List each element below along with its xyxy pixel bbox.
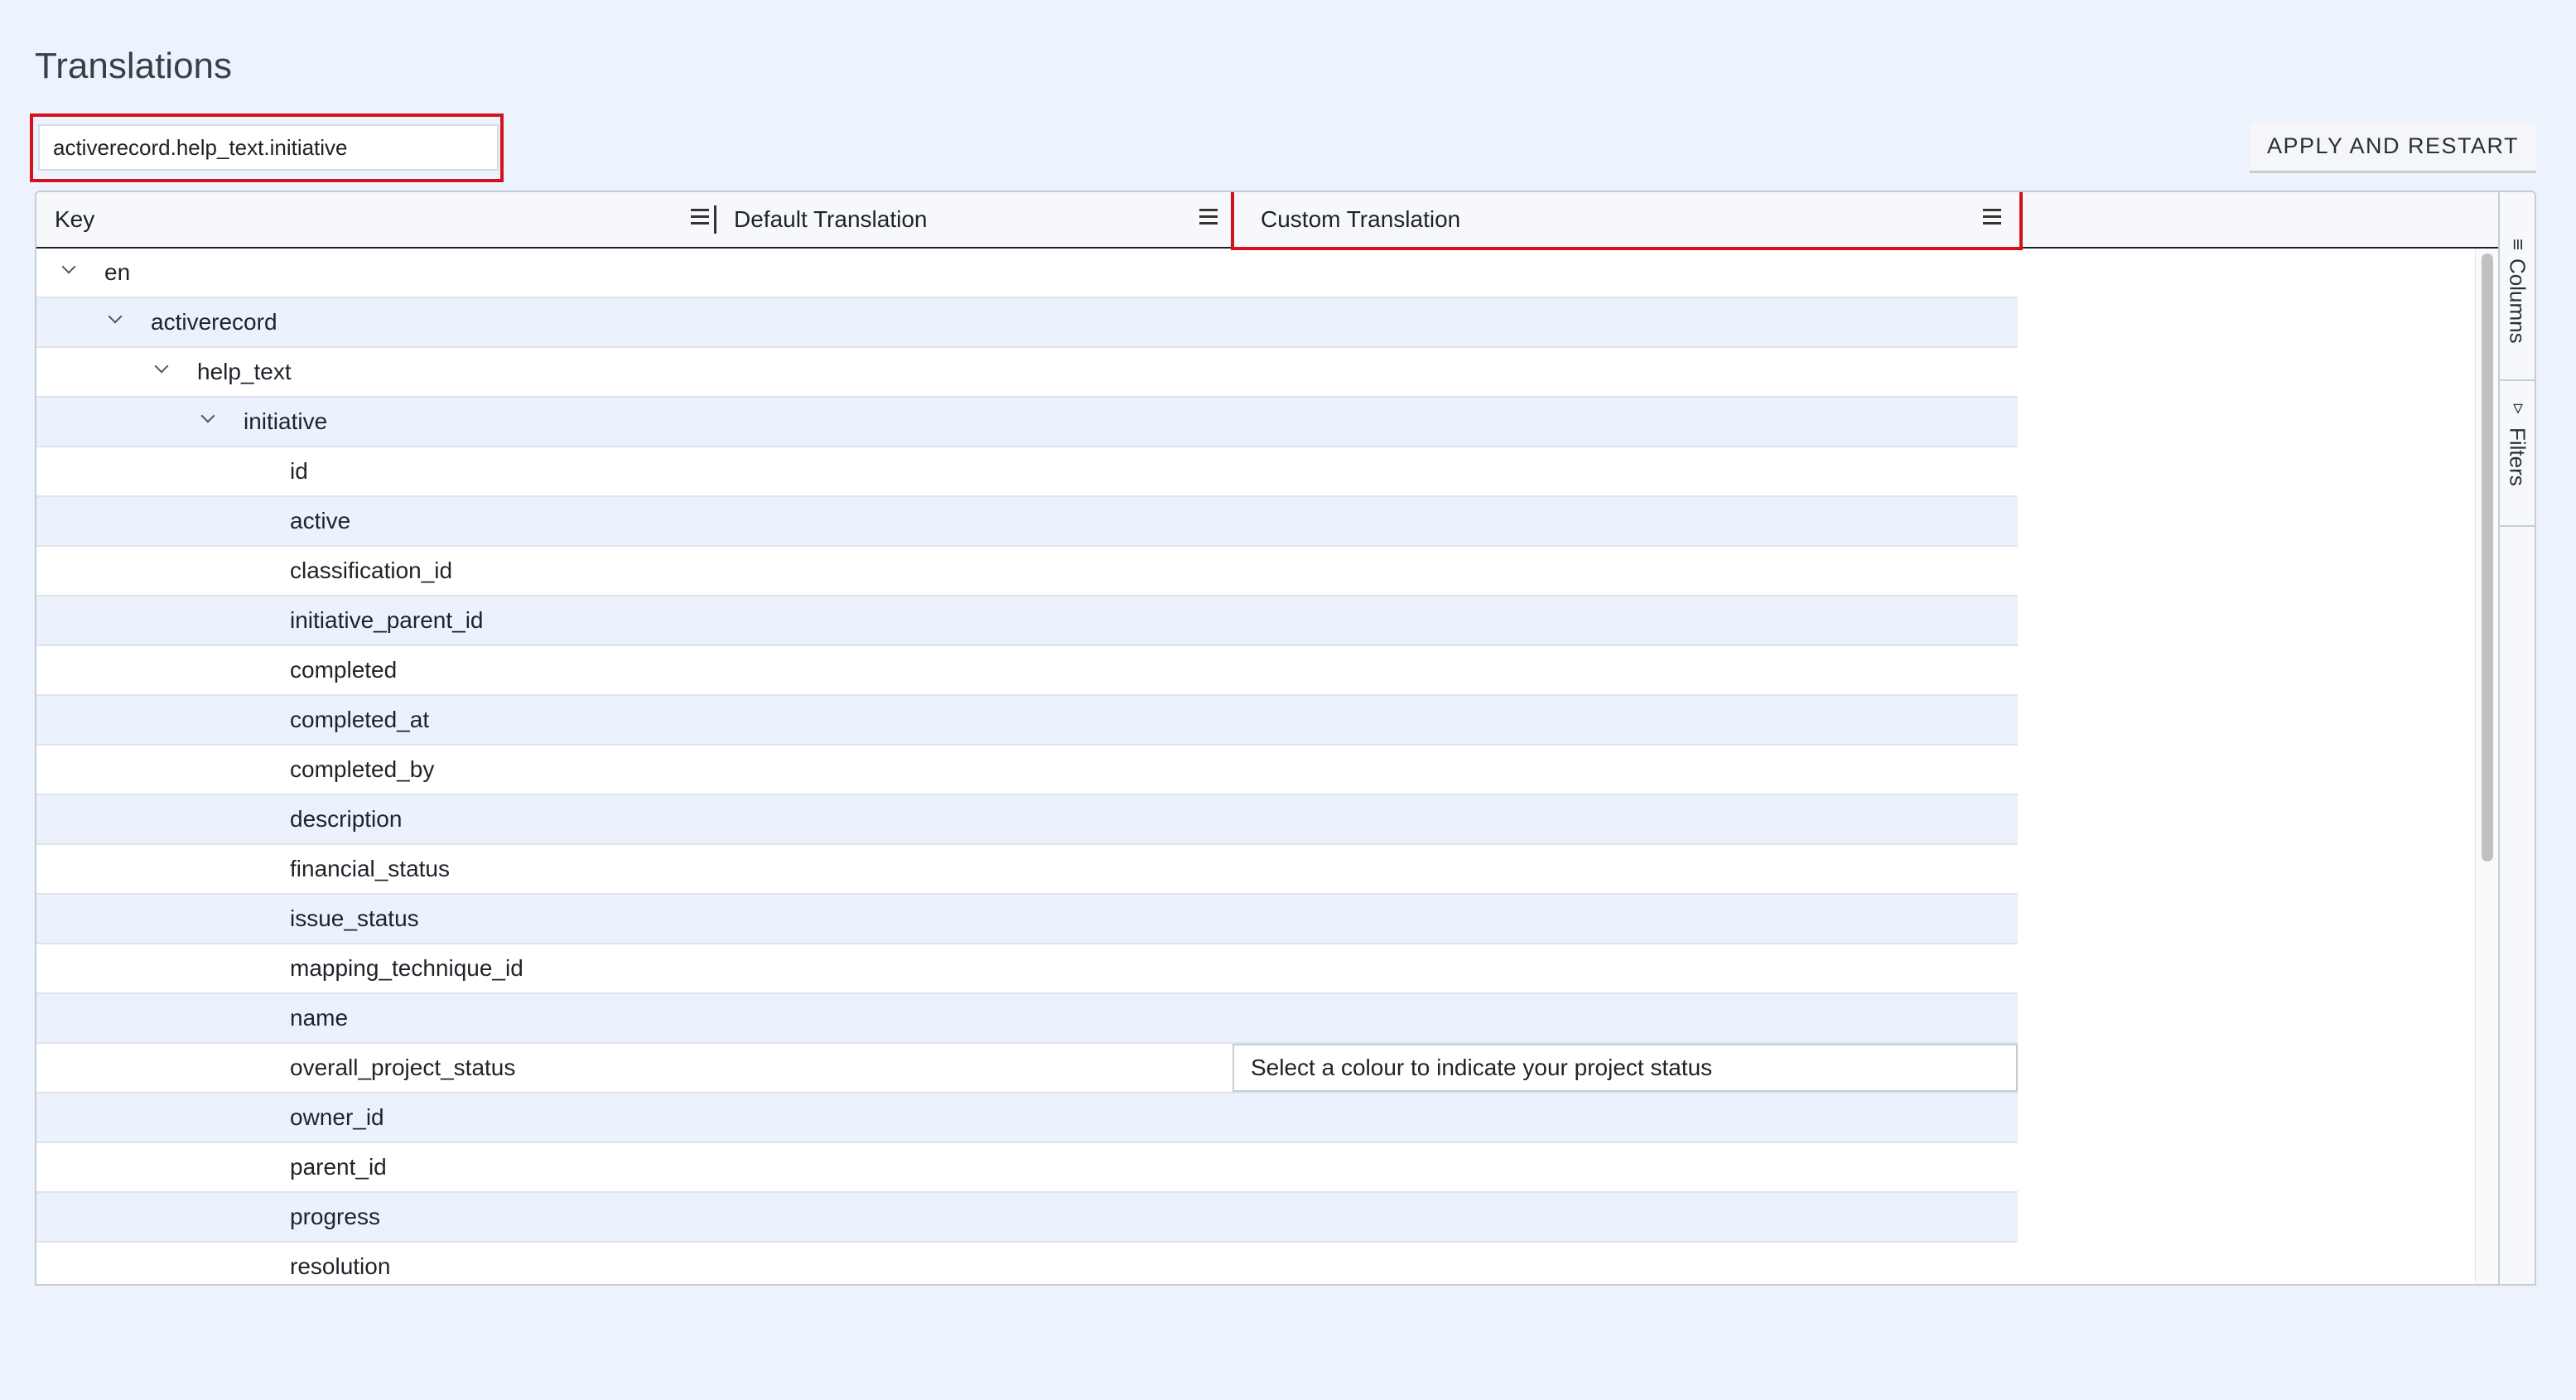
row-key-label: financial_status <box>290 856 451 881</box>
column-resize-handle[interactable] <box>714 205 716 234</box>
table-row[interactable]: financial_status <box>36 845 2018 895</box>
row-key-label: id <box>290 458 308 484</box>
table-row[interactable]: help_text <box>36 348 2018 398</box>
side-tab-columns[interactable]: ≡ Columns <box>2500 234 2535 381</box>
side-tab-filters[interactable]: ▿ Filters <box>2500 391 2535 527</box>
row-key-label: parent_id <box>290 1154 387 1180</box>
row-key-label: classification_id <box>290 558 453 583</box>
table-row[interactable]: parent_id <box>36 1143 2018 1193</box>
columns-icon: ≡ <box>2506 239 2529 251</box>
page-title: Translations <box>35 46 233 86</box>
column-menu-icon[interactable] <box>691 209 709 227</box>
column-header-custom-label: Custom Translation <box>1261 206 1461 232</box>
table-row[interactable]: resolution <box>36 1243 2018 1284</box>
apply-and-restart-button[interactable]: APPLY AND RESTART <box>2250 122 2536 173</box>
row-key-label: en <box>104 259 131 285</box>
row-key-label: initiative <box>244 408 328 434</box>
row-key-label: progress <box>290 1204 380 1229</box>
table-row[interactable]: completed_by <box>36 746 2018 795</box>
table-row[interactable]: classification_id <box>36 547 2018 596</box>
search-highlight-box <box>30 113 504 182</box>
scrollbar-thumb[interactable] <box>2482 253 2493 862</box>
row-key-label: issue_status <box>290 905 419 931</box>
row-key-label: completed <box>290 657 398 683</box>
row-key-label: owner_id <box>290 1104 384 1130</box>
table-row[interactable]: issue_status <box>36 895 2018 944</box>
table-row[interactable]: name <box>36 994 2018 1044</box>
row-key-label: description <box>290 806 403 832</box>
chevron-down-icon[interactable] <box>152 360 171 378</box>
table-row[interactable]: initiative <box>36 398 2018 447</box>
chevron-down-icon[interactable] <box>106 310 124 328</box>
row-key-label: help_text <box>197 359 292 384</box>
table-row[interactable]: owner_id <box>36 1093 2018 1143</box>
table-row[interactable]: description <box>36 795 2018 845</box>
row-key-label: resolution <box>290 1253 391 1279</box>
column-header-default-label: Default Translation <box>734 206 928 232</box>
column-header-default-translation[interactable]: Default Translation <box>734 192 1231 247</box>
row-key-label: name <box>290 1005 349 1031</box>
row-key-label: initiative_parent_id <box>290 607 484 633</box>
side-tab-columns-label: Columns <box>2505 258 2530 344</box>
table-row[interactable]: progress <box>36 1193 2018 1243</box>
side-tool-panel: ≡ Columns ▿ Filters <box>2498 192 2535 1284</box>
translations-grid: Key Default Translation Custom Translati… <box>35 191 2536 1286</box>
chevron-down-icon[interactable] <box>199 409 217 427</box>
column-header-key-label: Key <box>55 206 95 232</box>
chevron-down-icon[interactable] <box>60 260 78 278</box>
filter-icon: ▿ <box>2506 396 2529 419</box>
table-row[interactable]: overall_project_status Select a colour to… <box>36 1044 2018 1093</box>
column-header-custom-translation[interactable]: Custom Translation <box>1261 192 2023 247</box>
side-tab-filters-label: Filters <box>2505 427 2530 486</box>
row-key-label: activerecord <box>151 309 277 335</box>
row-key-label: completed_by <box>290 756 435 782</box>
table-row[interactable]: completed <box>36 646 2018 696</box>
search-input[interactable] <box>38 124 499 171</box>
row-key-label: mapping_technique_id <box>290 955 523 981</box>
table-row[interactable]: active <box>36 497 2018 547</box>
grid-header: Key Default Translation Custom Translati… <box>36 192 2498 250</box>
row-key-label: active <box>290 508 351 533</box>
table-row[interactable]: completed_at <box>36 696 2018 746</box>
vertical-scrollbar[interactable] <box>2475 249 2499 1284</box>
row-key-label: completed_at <box>290 707 430 732</box>
column-menu-icon[interactable] <box>1199 209 1218 227</box>
table-row[interactable]: id <box>36 447 2018 497</box>
table-row[interactable]: initiative_parent_id <box>36 596 2018 646</box>
table-row[interactable]: mapping_technique_id <box>36 944 2018 994</box>
row-key-label: overall_project_status <box>290 1055 516 1080</box>
custom-translation-cell[interactable]: Select a colour to indicate your project… <box>1233 1044 2018 1092</box>
column-menu-icon[interactable] <box>1983 209 2001 227</box>
column-header-key[interactable]: Key <box>55 192 717 247</box>
table-row[interactable]: en <box>36 249 2018 298</box>
table-row[interactable]: activerecord <box>36 298 2018 348</box>
